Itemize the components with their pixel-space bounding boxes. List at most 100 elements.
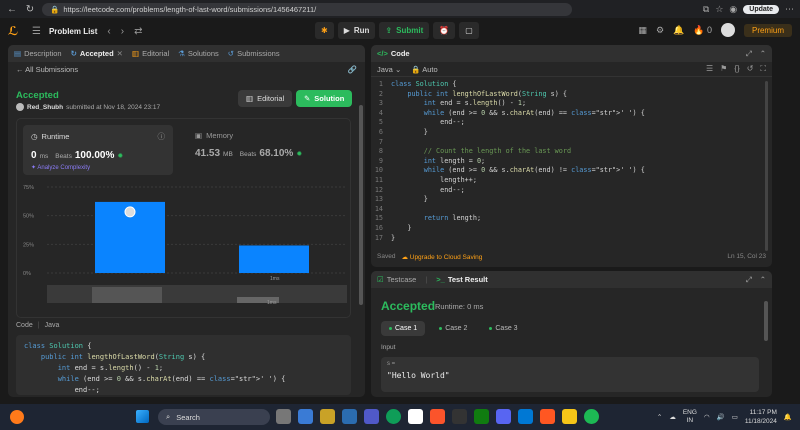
favorite-icon[interactable]: ☆ — [715, 4, 723, 15]
notification-icon[interactable]: 🔔 — [673, 25, 684, 36]
code-line[interactable]: 6 } — [371, 128, 772, 138]
solution-button[interactable]: ✎ Solution — [296, 90, 353, 107]
collapse-icon[interactable]: ⌃ — [760, 49, 766, 59]
left-scrollbar[interactable] — [359, 105, 363, 305]
file-explorer-icon[interactable] — [320, 409, 335, 424]
extensions-icon[interactable]: ⧉ — [703, 4, 709, 15]
spotify-icon[interactable] — [584, 409, 599, 424]
result-scrollbar[interactable] — [764, 301, 768, 341]
discord-icon[interactable] — [496, 409, 511, 424]
vscode-icon[interactable] — [518, 409, 533, 424]
streak-count[interactable]: 🔥 0 — [693, 25, 712, 36]
runtime-bar-1ms[interactable] — [239, 245, 309, 273]
upgrade-cloud-link[interactable]: ☁ Upgrade to Cloud Saving — [401, 253, 482, 261]
code-line[interactable]: 14 — [371, 205, 772, 215]
settings-icon[interactable]: ⚙ — [656, 25, 664, 36]
notes-button[interactable]: ▢ — [459, 22, 479, 39]
chart-bars[interactable]: 1ms — [95, 201, 309, 282]
address-bar[interactable]: 🔒 https://leetcode.com/problems/length-o… — [42, 2, 572, 16]
tab-submissions[interactable]: ↺ Submissions — [228, 49, 280, 58]
tab-description[interactable]: ▤ Description — [14, 49, 62, 58]
code-line[interactable]: 1 class Solution { — [371, 80, 772, 90]
back-icon[interactable]: ← — [6, 4, 18, 15]
fullscreen-icon[interactable]: ⛶ — [760, 64, 766, 74]
timer-button[interactable]: ⏰ — [433, 22, 456, 39]
editorial-button[interactable]: ▥ Editorial — [238, 90, 293, 107]
debug-button[interactable]: ✱ — [315, 22, 334, 39]
submit-button[interactable]: ⇪ Submit — [379, 22, 430, 39]
tab-solutions[interactable]: ⚗ Solutions — [178, 49, 219, 58]
reset-icon[interactable]: ↺ — [747, 64, 754, 74]
run-button[interactable]: ▶ Run — [337, 22, 376, 39]
code-editor[interactable]: 1 class Solution {2 public int lengthOfLa… — [371, 77, 772, 246]
profile-icon[interactable]: ◉ — [729, 4, 737, 15]
brave-icon[interactable] — [430, 409, 445, 424]
xbox-icon[interactable] — [474, 409, 489, 424]
code-line[interactable]: 13 } — [371, 195, 772, 205]
memory-card[interactable]: ▣ Memory 41.53 MB Beats 68.10% ✹ — [187, 125, 337, 175]
premium-button[interactable]: Premium — [743, 23, 792, 37]
maximize-icon[interactable]: ⤢ — [746, 49, 752, 59]
battery-icon[interactable]: ▭ — [732, 413, 738, 421]
share-link-icon[interactable]: 🔗 — [348, 65, 357, 74]
more-icon[interactable]: ⋯ — [785, 4, 794, 15]
store-icon[interactable] — [342, 409, 357, 424]
code-line[interactable]: 16 } — [371, 224, 772, 234]
app-icon[interactable] — [540, 409, 555, 424]
tray-chevron-icon[interactable]: ⌃ — [657, 413, 662, 421]
next-problem-icon[interactable]: › — [121, 26, 124, 37]
code-line[interactable]: 11 length++; — [371, 176, 772, 186]
weather-icon[interactable] — [10, 410, 24, 424]
code-line[interactable]: 2 public int lengthOfLastWord(String s) … — [371, 90, 772, 100]
case-tab-1[interactable]: Case 1 — [381, 321, 426, 336]
code-line[interactable]: 9 int length = 0; — [371, 157, 772, 167]
language-indicator[interactable]: ENG IN — [683, 409, 697, 425]
language-select[interactable]: Java ⌄ — [377, 65, 401, 74]
code-line[interactable]: 8 // Count the length of the last word — [371, 147, 772, 157]
edge-icon[interactable] — [386, 409, 401, 424]
info-icon[interactable]: ⓘ — [158, 131, 166, 142]
prev-problem-icon[interactable]: ‹ — [107, 26, 110, 37]
cloud-icon[interactable]: ☁ — [669, 413, 676, 421]
author-name[interactable]: Red_Shubh — [27, 104, 63, 111]
scrubber-handle[interactable] — [92, 287, 162, 303]
shuffle-icon[interactable]: ⇄ — [134, 26, 142, 37]
tab-editorial[interactable]: ▥ Editorial — [132, 49, 169, 58]
braces-icon[interactable]: {} — [734, 64, 739, 74]
close-icon[interactable]: ✕ — [117, 49, 123, 58]
runtime-card[interactable]: ◷ Runtime ⓘ 0 ms Beats 100.00% ✹ ✦ Analyze… — [23, 125, 173, 175]
code-line[interactable]: 12 end--; — [371, 186, 772, 196]
tab-code[interactable]: </> Code — [377, 49, 410, 58]
taskbar-search[interactable]: ⌕ Search — [158, 409, 270, 425]
code-line[interactable]: 3 int end = s.length() - 1; — [371, 99, 772, 109]
case-tab-3[interactable]: Case 3 — [481, 321, 525, 336]
teams-icon[interactable] — [364, 409, 379, 424]
collapse-icon[interactable]: ⌃ — [760, 275, 766, 285]
wifi-icon[interactable]: ◠ — [704, 413, 710, 421]
reload-icon[interactable]: ↻ — [24, 4, 36, 15]
code-line[interactable]: 5 end--; — [371, 118, 772, 128]
editor-scrollbar[interactable] — [765, 81, 768, 251]
user-avatar[interactable] — [720, 23, 735, 37]
problem-list-link[interactable]: Problem List — [49, 27, 97, 36]
tab-accepted[interactable]: ↻ Accepted ✕ — [71, 49, 123, 58]
list-icon[interactable]: ☰ — [32, 26, 41, 37]
all-submissions-link[interactable]: ← All Submissions — [16, 65, 78, 74]
leetcode-logo[interactable]: ℒ — [8, 24, 22, 38]
maximize-icon[interactable]: ⤢ — [746, 275, 752, 285]
code-line[interactable]: 10 while (end >= 0 && s.charAt(end) != c… — [371, 166, 772, 176]
auto-mode[interactable]: 🔒 Auto — [411, 65, 437, 74]
layout-icon[interactable]: ▦ — [638, 25, 647, 36]
clock[interactable]: 11:17 PM 11/18/2024 — [745, 408, 777, 426]
github-icon[interactable] — [452, 409, 467, 424]
windows-start-icon[interactable] — [136, 410, 149, 423]
tab-test-result[interactable]: >_ Test Result — [436, 275, 487, 284]
notes-icon[interactable]: ☰ — [706, 64, 713, 74]
code-line[interactable]: 4 while (end >= 0 && s.charAt(end) == cl… — [371, 109, 772, 119]
notepad-icon[interactable] — [408, 409, 423, 424]
bookmark-icon[interactable]: ⚑ — [720, 64, 727, 74]
widgets-icon[interactable] — [298, 409, 313, 424]
code-line[interactable]: 15 return length; — [371, 214, 772, 224]
analyze-complexity-link[interactable]: ✦ Analyze Complexity — [31, 164, 165, 171]
notification-bell-icon[interactable]: 🔔 — [784, 413, 792, 421]
